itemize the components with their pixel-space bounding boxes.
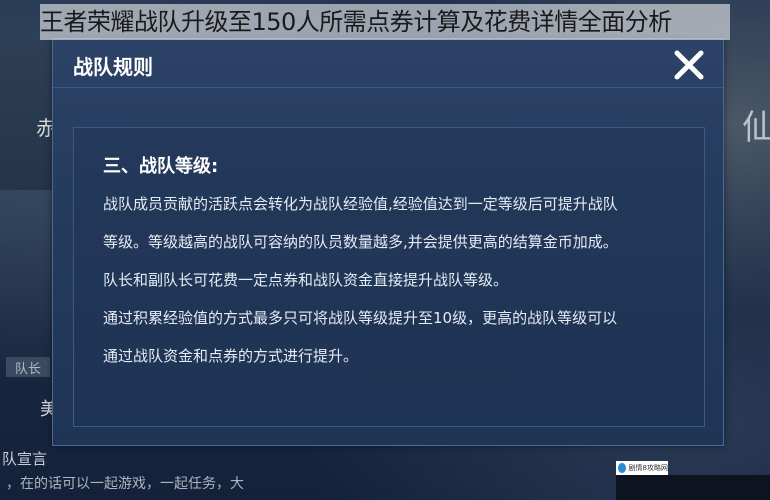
close-button[interactable] <box>669 45 709 85</box>
declaration-title: 队宣言 <box>2 450 48 468</box>
watermark-logo-icon <box>618 463 626 473</box>
section-heading: 三、战队等级: <box>103 156 219 177</box>
declaration-text: ，在的话可以一起游戏，一起任务，大 <box>6 476 244 492</box>
rule-paragraph-line: 通过战队资金和点券的方式进行提升。 <box>103 347 359 365</box>
site-watermark: 剧情8攻略网 <box>616 461 668 475</box>
close-icon <box>674 50 704 80</box>
rule-paragraph-line: 通过积累经验值的方式最多只可将战队等级提升至10级，更高的战队等级可以 <box>103 309 618 327</box>
bottom-right-area <box>616 475 770 500</box>
background-right-char: 仙 <box>742 108 770 148</box>
rule-paragraph-line: 队长和副队长可花费一定点券和战队资金直接提升战队等级。 <box>103 271 509 289</box>
team-rules-dialog: 战队规则 三、战队等级: 战队成员贡献的活跃点会转化为战队经验值,经验值达到一定… <box>52 38 724 446</box>
rule-paragraph-line: 等级。等级越高的战队可容纳的队员数量越多,并会提供更高的结算金币加成。 <box>103 233 618 251</box>
background-team-declaration: 队宣言 ，在的话可以一起游戏，一起任务，大 <box>0 440 622 500</box>
dialog-header: 战队规则 <box>53 39 723 88</box>
dialog-title: 战队规则 <box>73 55 153 79</box>
rule-paragraph-line: 战队成员贡献的活跃点会转化为战队经验值,经验值达到一定等级后可提升战队 <box>103 195 618 213</box>
background-tag: 队长 <box>6 357 50 377</box>
watermark-text: 剧情8攻略网 <box>628 464 668 472</box>
article-headline: 王者荣耀战队升级至150人所需点券计算及花费详情全面分析 <box>40 4 730 40</box>
